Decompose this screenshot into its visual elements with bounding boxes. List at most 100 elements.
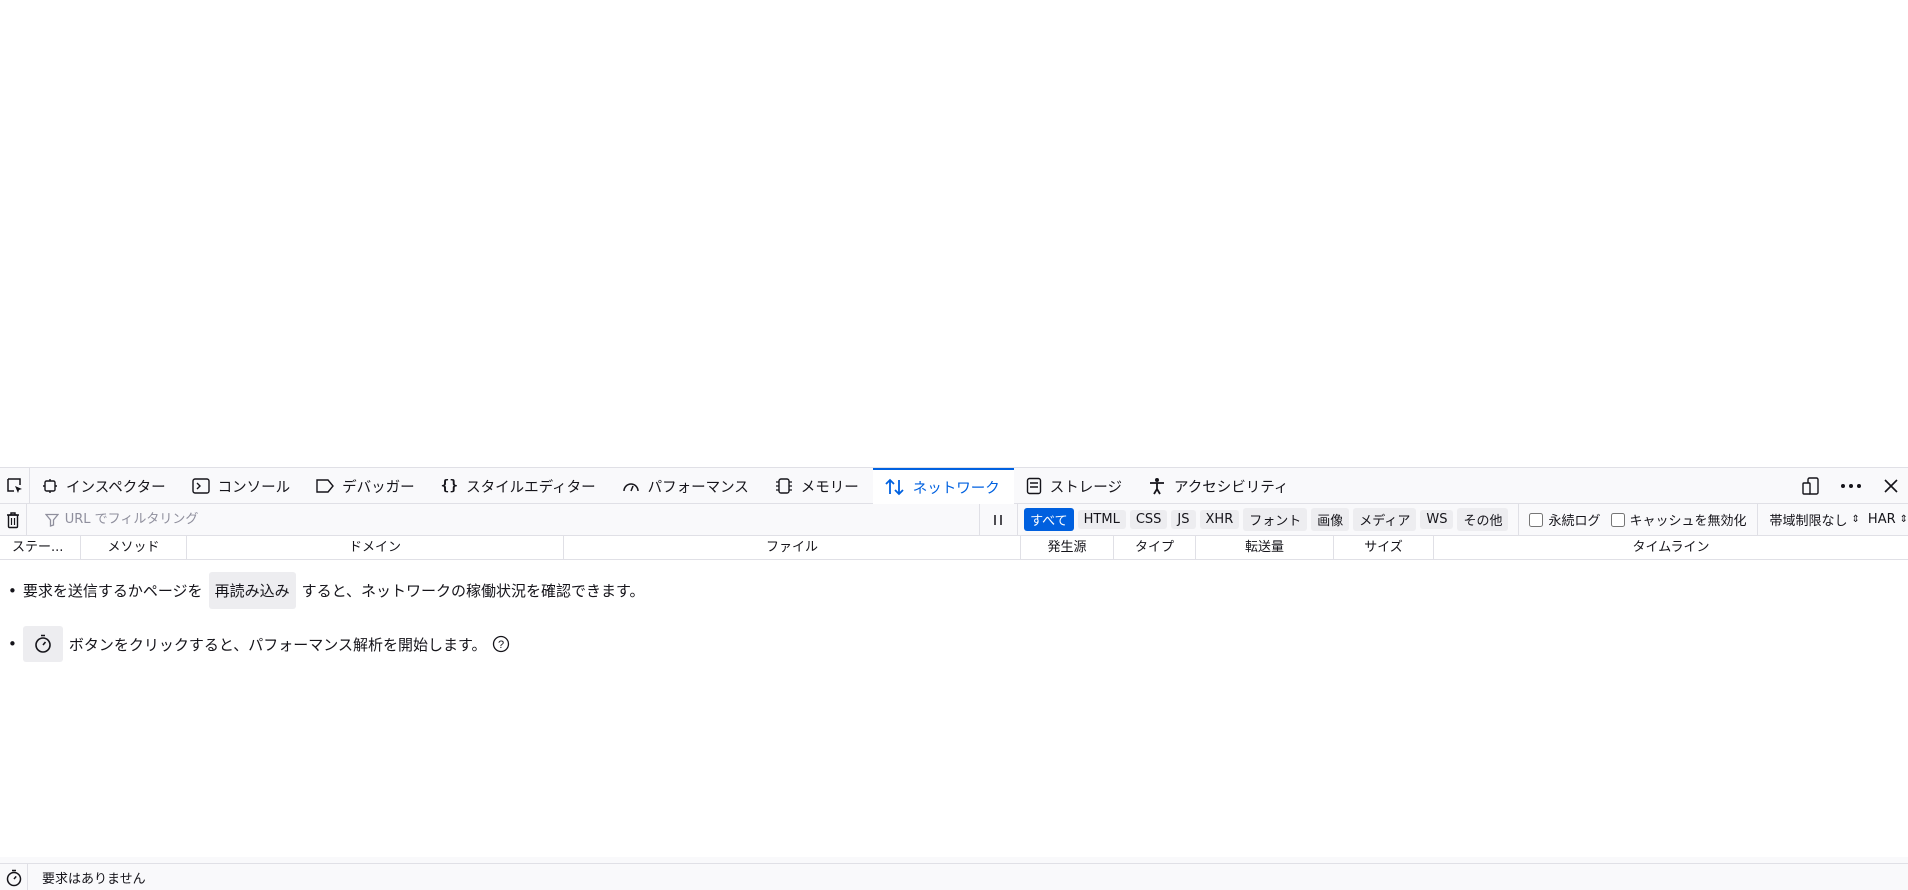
- devtools-tabbar: インスペクター コンソール デバッガー {} スタイルエディター パフォーマンス…: [0, 468, 1908, 504]
- column-domain[interactable]: ドメイン: [187, 536, 564, 560]
- filter-icon: [44, 513, 59, 527]
- filter-xhr-button[interactable]: XHR: [1199, 510, 1240, 529]
- column-transferred[interactable]: 転送量: [1196, 536, 1334, 560]
- tabbar-controls: [1800, 468, 1908, 503]
- request-table-header: ステー... メソッド ドメイン ファイル 発生源 タイプ 転送量 サイズ タイ…: [0, 536, 1908, 560]
- request-count-status: 要求はありません: [42, 872, 146, 887]
- persist-logs-option: 永続ログ: [1529, 510, 1601, 529]
- request-type-filters: すべて HTML CSS JS XHR フォント 画像 メディア WS その他: [1018, 503, 1520, 536]
- accessibility-icon: [1150, 478, 1165, 495]
- throttling-label: 帯域制限なし: [1769, 514, 1848, 529]
- start-performance-analysis-button[interactable]: [22, 626, 63, 662]
- disable-cache-checkbox[interactable]: [1610, 512, 1625, 527]
- network-icon: [885, 478, 904, 496]
- filter-other-button[interactable]: その他: [1457, 508, 1509, 531]
- memory-icon: [775, 478, 792, 494]
- updown-arrows-icon: ⇕: [1851, 514, 1860, 525]
- column-initiator[interactable]: 発生源: [1021, 536, 1114, 560]
- element-picker-icon: [6, 477, 22, 493]
- tab-style-editor[interactable]: {} スタイルエディター: [429, 468, 610, 504]
- close-icon: [1884, 478, 1898, 493]
- status-performance-button[interactable]: [0, 863, 28, 890]
- tab-label: ストレージ: [1049, 479, 1123, 496]
- disable-cache-option: キャッシュを無効化: [1610, 510, 1747, 529]
- help-button[interactable]: ?: [492, 635, 510, 653]
- tab-accessibility[interactable]: アクセシビリティ: [1136, 468, 1302, 504]
- updown-arrows-icon: ⇕: [1899, 514, 1908, 525]
- persist-logs-label: 永続ログ: [1548, 514, 1601, 529]
- tab-label: メモリー: [800, 479, 859, 496]
- reload-button[interactable]: 再読み込み: [208, 572, 296, 609]
- tab-inspector[interactable]: インスペクター: [30, 468, 180, 504]
- responsive-design-icon: [1802, 476, 1819, 495]
- element-picker-button[interactable]: [0, 468, 30, 503]
- notice-text-after: すると、ネットワークの稼働状況を確認できます。: [301, 582, 645, 600]
- filter-fonts-button[interactable]: フォント: [1243, 508, 1308, 531]
- style-editor-icon: {}: [440, 478, 459, 494]
- network-selects: 帯域制限なし ⇕ HAR ⇕: [1758, 510, 1908, 529]
- column-timeline[interactable]: タイムライン: [1434, 536, 1908, 560]
- pause-recording-button[interactable]: [980, 503, 1019, 536]
- svg-text:?: ?: [498, 639, 504, 651]
- storage-icon: [1026, 477, 1041, 495]
- har-menu[interactable]: HAR ⇕: [1868, 512, 1908, 527]
- column-method[interactable]: メソッド: [81, 536, 187, 560]
- more-options-button[interactable]: [1840, 475, 1862, 497]
- tab-debugger[interactable]: デバッガー: [304, 468, 429, 504]
- network-options: 永続ログ キャッシュを無効化: [1519, 503, 1758, 536]
- trash-icon: [6, 511, 19, 528]
- tab-console[interactable]: コンソール: [180, 468, 305, 504]
- page-viewport: [0, 0, 1908, 467]
- notice-performance-text: ボタンをクリックすると、パフォーマンス解析を開始します。: [68, 635, 487, 654]
- tab-performance[interactable]: パフォーマンス: [610, 468, 763, 504]
- filter-media-button[interactable]: メディア: [1353, 508, 1417, 531]
- bullet: •: [8, 581, 17, 600]
- network-toolbar: すべて HTML CSS JS XHR フォント 画像 メディア WS その他 …: [0, 503, 1908, 536]
- filter-html-button[interactable]: HTML: [1077, 510, 1126, 529]
- har-label: HAR: [1867, 512, 1896, 527]
- url-filter-input[interactable]: [64, 512, 965, 527]
- close-devtools-button[interactable]: [1880, 475, 1902, 497]
- column-status[interactable]: ステー...: [0, 536, 81, 560]
- tab-label: コンソール: [217, 479, 291, 496]
- responsive-design-mode-button[interactable]: [1800, 475, 1822, 497]
- filter-images-button[interactable]: 画像: [1311, 508, 1350, 531]
- throttling-select[interactable]: 帯域制限なし ⇕: [1770, 510, 1860, 529]
- more-icon: [1841, 483, 1861, 488]
- empty-notice: • 要求を送信するかページを 再読み込み すると、ネットワークの稼働状況を確認で…: [0, 560, 1908, 857]
- tab-label: インスペクター: [66, 479, 166, 496]
- disable-cache-label: キャッシュを無効化: [1629, 514, 1747, 529]
- column-file[interactable]: ファイル: [564, 536, 1021, 560]
- stopwatch-icon: [35, 634, 51, 653]
- tab-storage[interactable]: ストレージ: [1014, 468, 1136, 504]
- filter-ws-button[interactable]: WS: [1420, 510, 1454, 529]
- debugger-icon: [316, 479, 335, 493]
- tab-label: アクセシビリティ: [1174, 479, 1289, 496]
- network-status-bar: 要求はありません: [0, 863, 1908, 890]
- filter-js-button[interactable]: JS: [1171, 510, 1196, 529]
- url-filter: [27, 503, 980, 536]
- clear-button[interactable]: [0, 503, 27, 536]
- tab-label: デバッガー: [342, 479, 415, 496]
- bullet: •: [8, 635, 17, 653]
- devtools-panel: インスペクター コンソール デバッガー {} スタイルエディター パフォーマンス…: [0, 467, 1908, 890]
- pause-icon: [994, 514, 1003, 525]
- inspector-icon: [43, 479, 57, 493]
- column-size[interactable]: サイズ: [1334, 536, 1434, 560]
- help-icon: ?: [493, 635, 510, 653]
- notice-performance-row: • ボタンをクリックすると、パフォーマンス解析を開始します。 ?: [8, 626, 510, 662]
- persist-logs-checkbox[interactable]: [1529, 512, 1544, 527]
- tab-network[interactable]: ネットワーク: [872, 468, 1014, 504]
- performance-icon: [622, 483, 639, 492]
- filter-all-button[interactable]: すべて: [1024, 508, 1074, 531]
- tab-label: スタイルエディター: [466, 479, 596, 496]
- console-icon: [191, 478, 210, 494]
- tab-memory[interactable]: メモリー: [763, 468, 873, 504]
- notice-text-before: 要求を送信するかページを: [22, 582, 203, 600]
- column-type[interactable]: タイプ: [1114, 536, 1196, 560]
- tab-label: ネットワーク: [912, 480, 1000, 497]
- stopwatch-icon: [6, 869, 21, 886]
- notice-reload-row: • 要求を送信するかページを 再読み込み すると、ネットワークの稼働状況を確認で…: [8, 572, 644, 609]
- filter-css-button[interactable]: CSS: [1129, 510, 1168, 529]
- tab-label: パフォーマンス: [647, 479, 749, 496]
